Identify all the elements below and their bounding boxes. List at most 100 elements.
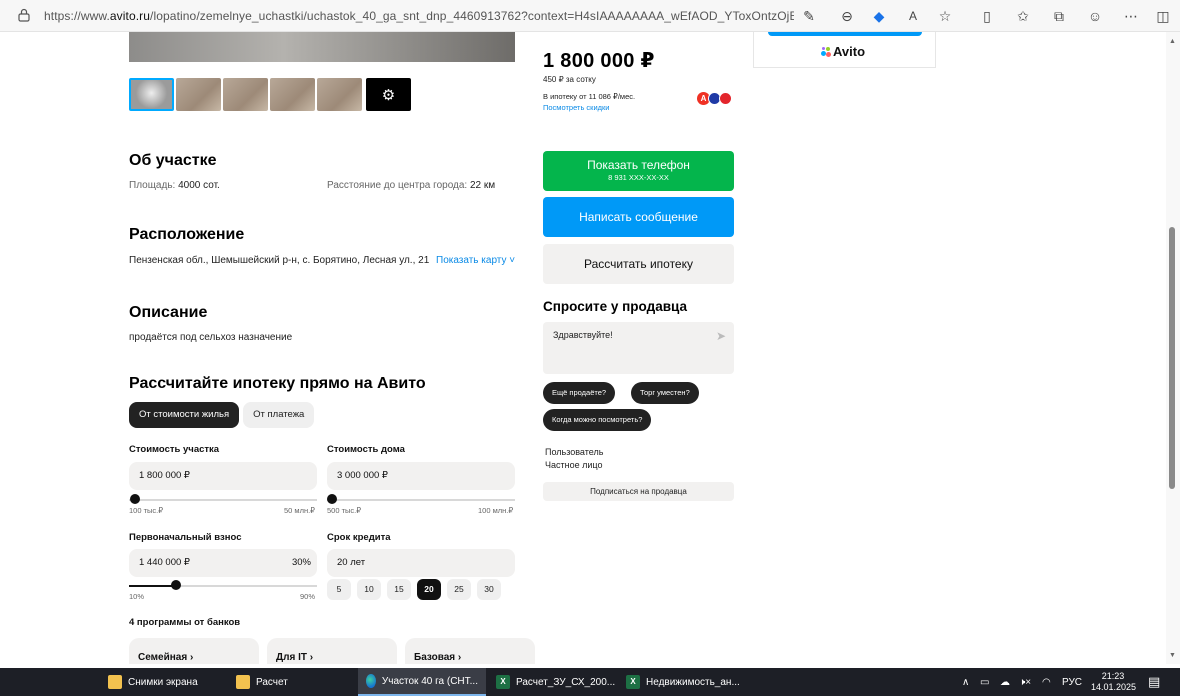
- thumbnail[interactable]: [317, 78, 362, 111]
- ask-seller-title: Спросите у продавца: [543, 299, 687, 314]
- cloud-icon[interactable]: ☁: [1000, 668, 1010, 696]
- price-per-sotka: 450 ₽ за сотку: [543, 75, 596, 84]
- font-icon[interactable]: A: [904, 7, 922, 25]
- tray-chevron-icon[interactable]: ∧: [962, 668, 969, 696]
- ad-banner-bar: [768, 32, 922, 36]
- sidebar-icon[interactable]: ◫: [1154, 7, 1172, 25]
- program-family[interactable]: Семейная ›: [129, 638, 259, 664]
- chevron-down-icon: ˅: [509, 255, 516, 266]
- down-payment-input[interactable]: 1 440 000 ₽ 30%: [129, 549, 317, 577]
- tab-from-cost[interactable]: От стоимости жилья: [129, 402, 240, 428]
- edge-icon: [366, 674, 376, 688]
- quick-question-still-selling[interactable]: Ещё продаёте?: [543, 382, 616, 404]
- term-option-15[interactable]: 15: [387, 579, 411, 600]
- volume-muted-icon[interactable]: 🕨×: [1019, 668, 1031, 696]
- notifications-icon[interactable]: ▤: [1148, 668, 1160, 696]
- favorites-list-icon[interactable]: ✩: [1014, 7, 1032, 25]
- thumbnail[interactable]: [129, 78, 174, 111]
- message-text: Здравствуйте!: [553, 330, 613, 340]
- term-option-10[interactable]: 10: [357, 579, 381, 600]
- taskbar-item-raschet[interactable]: Расчет: [228, 668, 296, 696]
- clock[interactable]: 21:23 14.01.2025: [1091, 671, 1136, 693]
- favorite-icon[interactable]: ☆: [936, 7, 954, 25]
- description-title: Описание: [129, 304, 208, 321]
- avito-ad-card[interactable]: Avito: [753, 32, 936, 68]
- discounts-link[interactable]: Посмотреть скидки: [543, 103, 610, 112]
- taskbar-item-screenshots[interactable]: Снимки экрана: [100, 668, 206, 696]
- show-phone-button[interactable]: Показать телефон 8 931 XXX-XX-XX: [543, 151, 734, 191]
- house-cost-input[interactable]: 3 000 000 ₽: [327, 462, 515, 490]
- house-cost-slider-handle[interactable]: [326, 494, 337, 504]
- taskbar-item-excel-1[interactable]: X Расчет_ЗУ_СХ_200...: [488, 668, 623, 696]
- plot-cost-max: 50 млн.₽: [284, 506, 315, 515]
- bank-logos: А: [697, 92, 735, 106]
- url-field[interactable]: https://www.avito.ru/lopatino/zemelnye_u…: [44, 9, 794, 23]
- down-payment-slider-handle[interactable]: [171, 580, 181, 590]
- main-photo[interactable]: [129, 32, 515, 62]
- seller-name[interactable]: Пользователь: [545, 447, 603, 457]
- show-map-link[interactable]: Показать карту ˅: [436, 255, 515, 266]
- plot-cost-slider-handle[interactable]: [130, 494, 141, 504]
- term-input[interactable]: 20 лет: [327, 549, 515, 577]
- price: 1 800 000 ₽: [543, 50, 655, 72]
- plot-cost-input[interactable]: 1 800 000 ₽: [129, 462, 317, 490]
- more-icon[interactable]: ⋯: [1122, 7, 1140, 25]
- more-photos-thumbnail[interactable]: ⚙: [366, 78, 411, 111]
- down-payment-label: Первоначальный взнос: [129, 532, 242, 543]
- bank-icon: [719, 92, 732, 105]
- battery-icon[interactable]: ▭: [980, 668, 989, 696]
- plot-cost-slider[interactable]: [129, 499, 317, 501]
- address: Пензенская обл., Шемышейский р-н, с. Бор…: [129, 255, 430, 266]
- avito-logo: Avito: [821, 44, 865, 59]
- taskbar-item-browser[interactable]: Участок 40 га (СНТ...: [358, 668, 486, 696]
- subscribe-button[interactable]: Подписаться на продавца: [543, 482, 734, 501]
- distance-info: Расстояние до центра города: 22 км: [327, 180, 496, 191]
- term-option-30[interactable]: 30: [477, 579, 501, 600]
- description-text: продаётся под сельхоз назначение: [129, 332, 293, 343]
- write-message-button[interactable]: Написать сообщение: [543, 197, 734, 237]
- about-title: Об участке: [129, 152, 217, 169]
- taskbar-item-excel-2[interactable]: X Недвижимость_ан...: [618, 668, 748, 696]
- folder-icon: [108, 675, 122, 689]
- thumbnail[interactable]: [176, 78, 221, 111]
- plot-cost-min: 100 тыс.₽: [129, 506, 164, 515]
- phone-masked: 8 931 XXX-XX-XX: [608, 173, 669, 182]
- house-cost-slider[interactable]: [327, 499, 515, 501]
- bank-programs-title: 4 программы от банков: [129, 617, 241, 628]
- language-indicator[interactable]: РУС: [1062, 668, 1082, 696]
- site-info-icon[interactable]: [18, 8, 30, 22]
- mortgage-from: В ипотеку от 11 086 ₽/мес.: [543, 92, 636, 101]
- down-payment-percent: 30%: [291, 557, 311, 568]
- term-label: Срок кредита: [327, 532, 391, 543]
- house-cost-label: Стоимость дома: [327, 444, 405, 455]
- send-icon[interactable]: ➤: [716, 329, 726, 343]
- scrollbar-thumb[interactable]: [1169, 227, 1175, 489]
- term-option-25[interactable]: 25: [447, 579, 471, 600]
- term-option-5[interactable]: 5: [327, 579, 351, 600]
- clock-time: 21:23: [1101, 671, 1125, 681]
- quick-question-viewing[interactable]: Когда можно посмотреть?: [543, 409, 652, 431]
- bank-programs: Семейная › Для IT › Базовая ›: [129, 638, 535, 664]
- read-aloud-icon[interactable]: ✎: [800, 7, 818, 25]
- thumbnail[interactable]: [223, 78, 268, 111]
- listing-page: ⚙ Об участке Площадь: 4000 сот. Расстоян…: [0, 32, 1165, 664]
- program-it[interactable]: Для IT ›: [267, 638, 397, 664]
- wifi-icon[interactable]: ◠: [1042, 668, 1051, 696]
- program-base[interactable]: Базовая ›: [405, 638, 535, 664]
- location-title: Расположение: [129, 226, 245, 243]
- scroll-up-icon[interactable]: ▲: [1169, 38, 1176, 45]
- avito-dots-icon: [821, 47, 831, 57]
- profile-icon[interactable]: ☺: [1086, 7, 1104, 25]
- message-input[interactable]: Здравствуйте! ➤: [543, 322, 734, 374]
- scroll-down-icon[interactable]: ▼: [1169, 652, 1176, 659]
- split-icon[interactable]: ▯: [978, 7, 996, 25]
- thumbnail[interactable]: [270, 78, 315, 111]
- shield-icon[interactable]: ◆: [870, 7, 888, 25]
- quick-question-bargain[interactable]: Торг уместен?: [631, 382, 699, 404]
- term-options: 5 10 15 20 25 30: [327, 579, 501, 600]
- calc-mortgage-button[interactable]: Рассчитать ипотеку: [543, 244, 734, 284]
- tab-from-payment[interactable]: От платежа: [243, 402, 315, 428]
- zoom-icon[interactable]: ⊖: [838, 7, 856, 25]
- term-option-20[interactable]: 20: [417, 579, 441, 600]
- collections-icon[interactable]: ⧉: [1050, 7, 1068, 25]
